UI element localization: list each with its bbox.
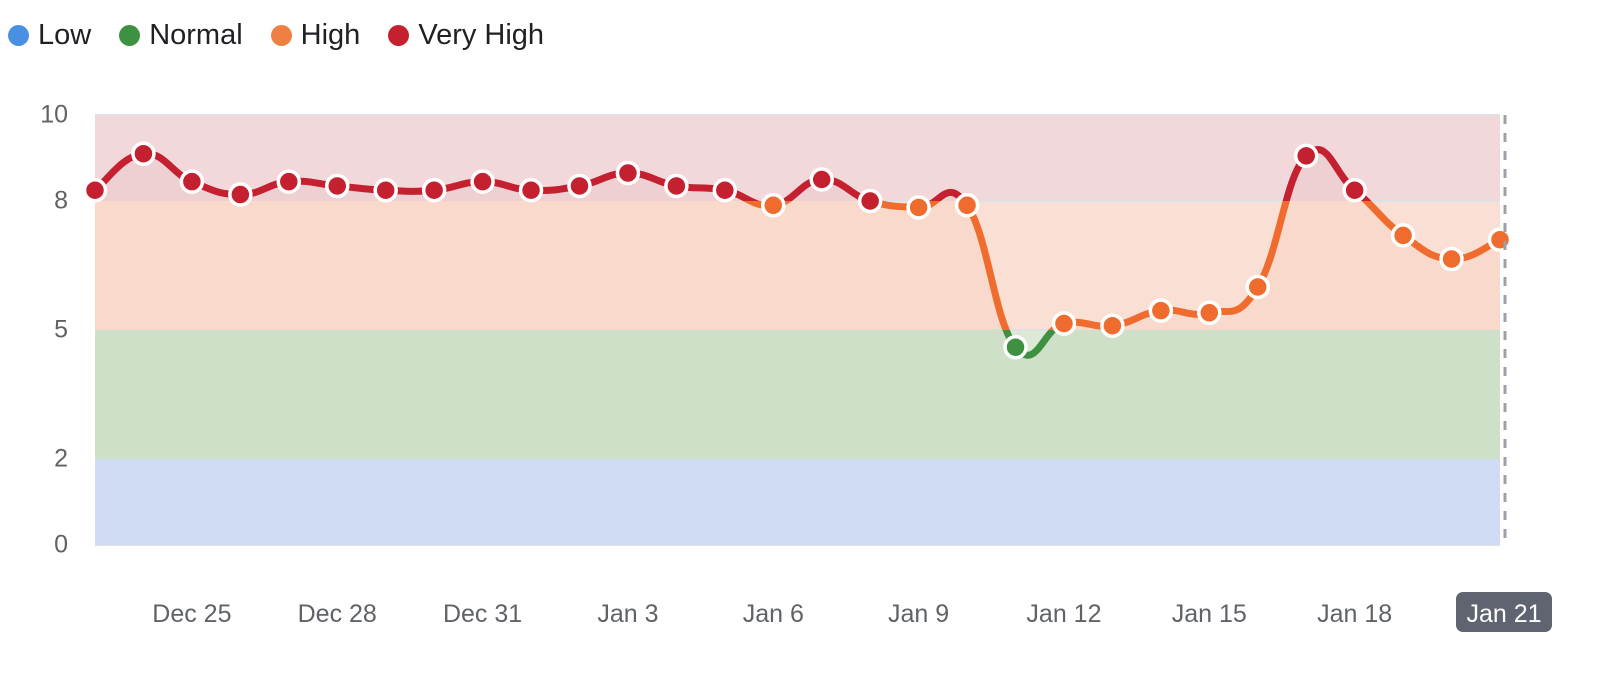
data-point[interactable] xyxy=(1342,178,1367,203)
data-point[interactable] xyxy=(324,173,350,199)
data-point[interactable] xyxy=(470,169,495,194)
x-axis: Dec 25 Dec 28 Dec 31 Jan 3 Jan 6 Jan 9 Jan 12 J… xyxy=(152,592,1552,632)
data-point[interactable] xyxy=(1245,274,1271,300)
data-point[interactable] xyxy=(857,188,883,214)
y-axis: 0 2 5 8 10 xyxy=(40,101,68,559)
data-point[interactable] xyxy=(421,178,447,203)
x-axis-tick-label: Dec 28 xyxy=(298,600,377,628)
data-point[interactable] xyxy=(1197,300,1222,326)
data-point[interactable] xyxy=(906,195,931,220)
y-axis-tick-label: 0 xyxy=(54,531,68,559)
data-point[interactable] xyxy=(1148,298,1174,323)
area-fill-low xyxy=(95,459,1500,545)
x-axis-tick-label: Jan 9 xyxy=(888,600,949,628)
data-point[interactable] xyxy=(179,169,205,194)
data-point[interactable] xyxy=(809,167,834,192)
data-point[interactable] xyxy=(1100,313,1125,338)
data-point[interactable] xyxy=(954,193,980,218)
data-point[interactable] xyxy=(1293,143,1319,169)
x-axis-tick-label: Dec 31 xyxy=(443,600,522,628)
data-point[interactable] xyxy=(1003,334,1028,360)
x-axis-tick-label: Jan 12 xyxy=(1026,600,1101,628)
x-axis-tick-label-current: Jan 21 xyxy=(1466,600,1541,628)
data-point[interactable] xyxy=(228,182,253,207)
data-point[interactable] xyxy=(1487,227,1513,252)
y-axis-tick-label: 2 xyxy=(54,445,68,473)
x-axis-tick-label: Jan 15 xyxy=(1172,600,1247,628)
data-point[interactable] xyxy=(1439,246,1464,272)
data-point[interactable] xyxy=(664,173,689,199)
y-axis-tick-label: 10 xyxy=(40,101,68,129)
data-point[interactable] xyxy=(1051,311,1077,336)
x-axis-tick-label: Dec 25 xyxy=(152,600,231,628)
chart-page: Low Normal High Very High 0 2 5 8 10 Dec 25 Dec 2… xyxy=(0,0,1600,673)
data-point[interactable] xyxy=(276,169,302,194)
data-point[interactable] xyxy=(82,178,108,203)
data-point[interactable] xyxy=(131,141,156,166)
data-point[interactable] xyxy=(712,178,738,203)
data-point[interactable] xyxy=(518,178,544,203)
area-fill-high xyxy=(95,201,1500,330)
data-point[interactable] xyxy=(567,173,592,199)
chart-svg: 0 2 5 8 10 Dec 25 Dec 28 Dec 31 Jan 3 Jan 6 Jan 9 J… xyxy=(40,101,1552,632)
data-point[interactable] xyxy=(1390,223,1416,248)
y-axis-tick-label: 5 xyxy=(54,316,68,344)
chart-plot-area: 0 2 5 8 10 Dec 25 Dec 28 Dec 31 Jan 3 Jan 6 Jan 9 J… xyxy=(0,0,1600,673)
data-point[interactable] xyxy=(615,160,641,186)
y-axis-tick-label: 8 xyxy=(54,187,68,215)
data-point[interactable] xyxy=(761,193,786,218)
x-axis-tick-label: Jan 18 xyxy=(1317,600,1392,628)
area-fill-normal xyxy=(95,330,1500,459)
data-point[interactable] xyxy=(373,178,398,203)
x-axis-tick-label: Jan 3 xyxy=(597,600,658,628)
x-axis-tick-label: Jan 6 xyxy=(743,600,804,628)
